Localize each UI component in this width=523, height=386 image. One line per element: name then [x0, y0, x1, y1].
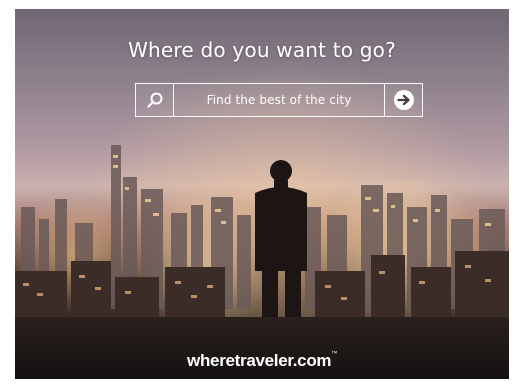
arrow-right-circle-icon — [393, 90, 414, 110]
trademark-symbol: ™ — [331, 351, 337, 357]
search-icon — [146, 92, 162, 108]
brand-name: wheretraveler.com — [187, 351, 332, 370]
go-button[interactable] — [384, 84, 422, 116]
search-bar[interactable]: Find the best of the city — [135, 83, 423, 117]
search-input[interactable]: Find the best of the city — [174, 84, 384, 116]
search-button[interactable] — [136, 84, 174, 116]
brand-logo[interactable]: wheretraveler.com™ — [15, 351, 509, 371]
headline: Where do you want to go? — [128, 38, 396, 62]
city-banner-ad[interactable]: Where do you want to go? Find the best o… — [15, 9, 509, 379]
